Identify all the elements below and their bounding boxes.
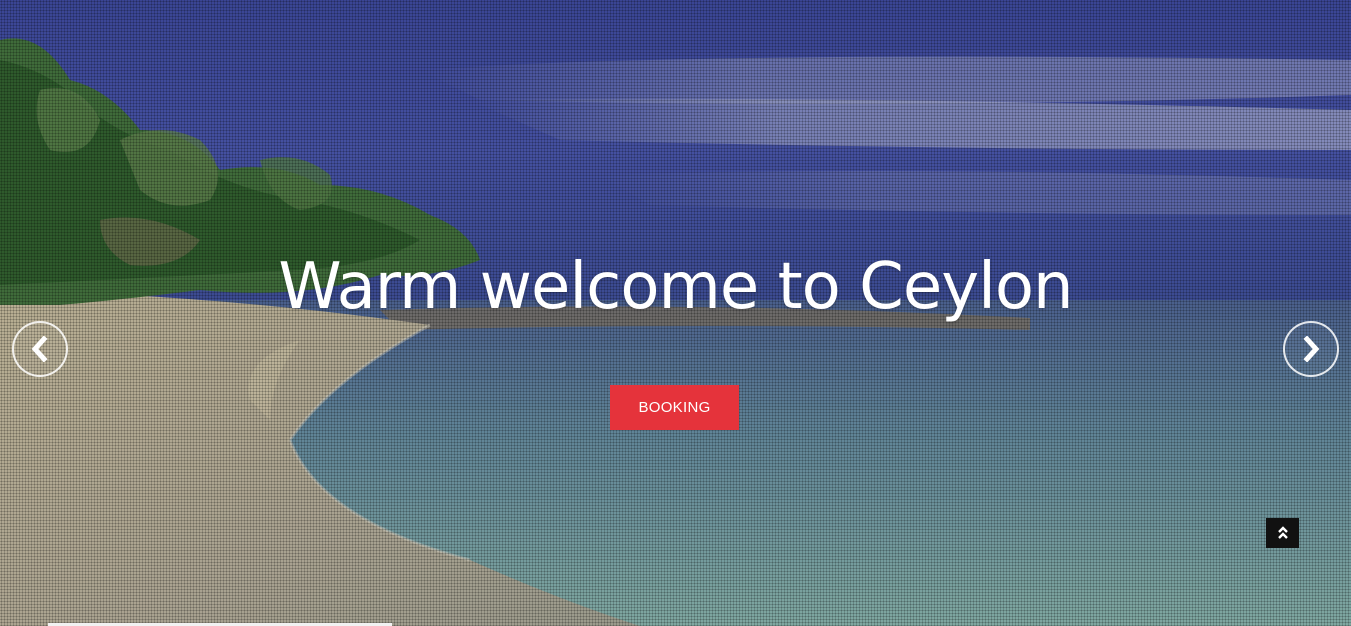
carousel-next-button[interactable] [1283, 321, 1339, 377]
hero-headline: Warm welcome to Ceylon [278, 250, 1073, 324]
scroll-to-top-button[interactable] [1266, 518, 1299, 548]
booking-button[interactable]: BOOKING [610, 385, 739, 430]
double-chevron-up-icon [1277, 526, 1288, 539]
carousel-prev-button[interactable] [12, 321, 68, 377]
hero-slider: Warm welcome to Ceylon BOOKING [0, 0, 1351, 626]
chevron-right-icon [1303, 336, 1320, 362]
chevron-left-icon [31, 336, 48, 362]
